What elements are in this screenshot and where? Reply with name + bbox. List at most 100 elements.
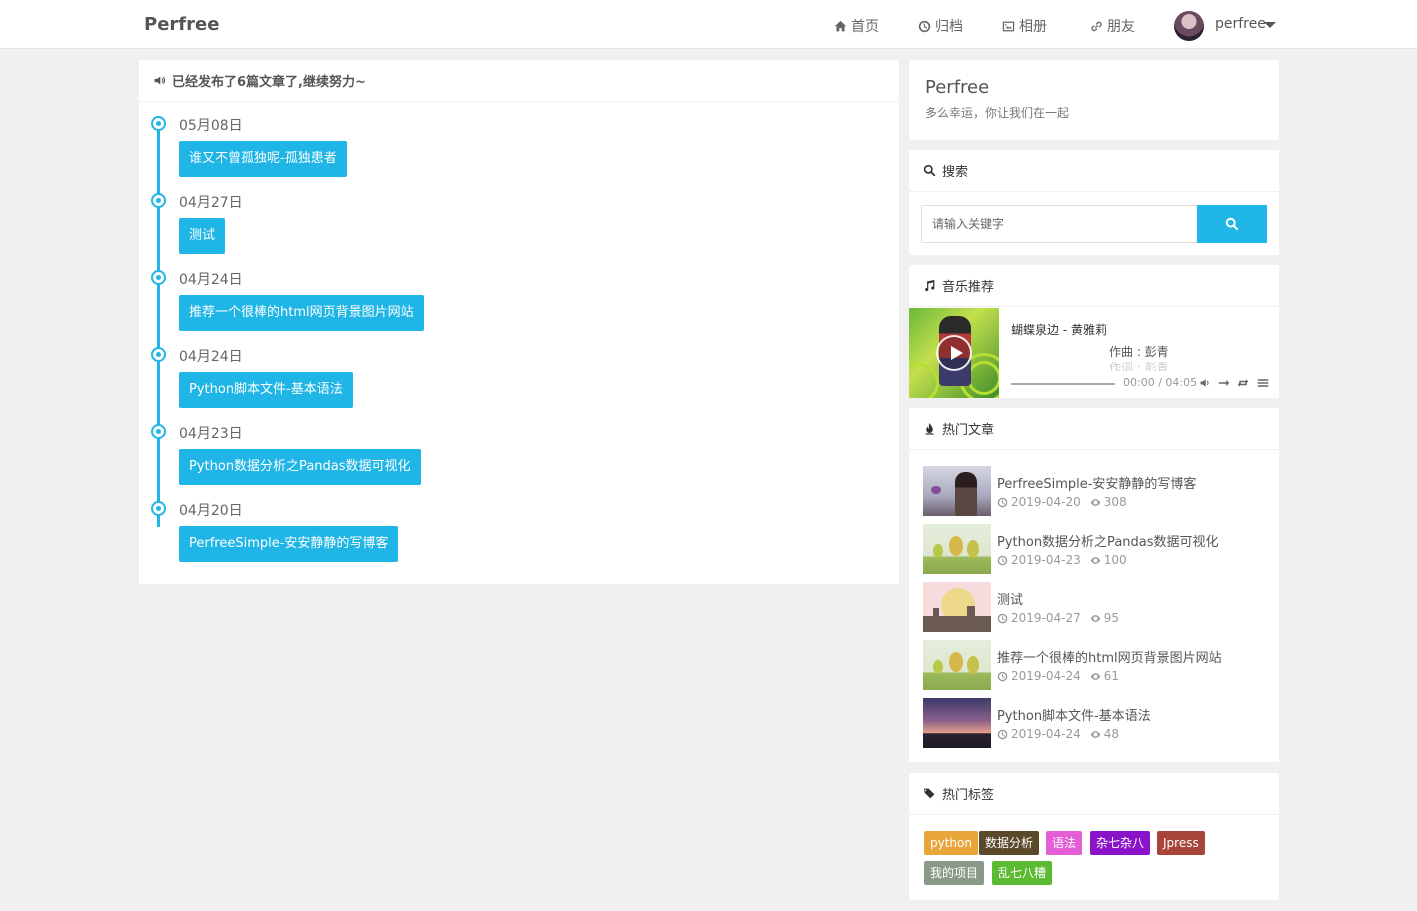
hot-article-title[interactable]: Python脚本文件-基本语法 xyxy=(997,705,1151,724)
user-avatar[interactable] xyxy=(1174,11,1204,41)
hot-article-meta: 2019-04-24 61 xyxy=(997,669,1119,683)
music-icon xyxy=(925,279,935,292)
search-card-title: 搜索 xyxy=(942,165,969,180)
hot-tags-card: 热门标签 python 数据分析 语法 杂七杂八 Jpress 我的项目 乱七八… xyxy=(909,773,1279,900)
timeline-dot-icon xyxy=(151,424,166,439)
hot-article-item[interactable]: 推荐一个很棒的html网页背景图片网站 2019-04-24 61 xyxy=(923,640,1263,690)
timeline-entry: 04月27日 测试 xyxy=(139,179,899,256)
timeline-dot-icon xyxy=(151,116,166,131)
article-thumbnail[interactable] xyxy=(923,524,991,574)
nav-archive[interactable]: 归档 xyxy=(918,16,963,36)
nav-home[interactable]: 首页 xyxy=(834,16,879,36)
hot-article-item[interactable]: PerfreeSimple-安安静静的写博客 2019-04-20 308 xyxy=(923,466,1263,516)
progress-bar[interactable] xyxy=(1011,383,1115,385)
hot-article-views: 100 xyxy=(1103,553,1127,567)
timeline-post-link[interactable]: Python数据分析之Pandas数据可视化 xyxy=(179,449,421,485)
search-card-header: 搜索 xyxy=(909,150,1279,192)
clock-icon xyxy=(997,671,1008,681)
clock-icon xyxy=(997,613,1008,623)
hot-article-item[interactable]: 测试 2019-04-27 95 xyxy=(923,582,1263,632)
timeline-dot-icon xyxy=(151,270,166,285)
hot-article-date: 2019-04-24 xyxy=(1011,727,1081,741)
search-input[interactable] xyxy=(921,205,1197,243)
eye-icon xyxy=(1090,672,1101,680)
search-icon xyxy=(923,164,936,177)
hot-article-item[interactable]: Python脚本文件-基本语法 2019-04-24 48 xyxy=(923,698,1263,748)
clock-icon xyxy=(997,497,1008,507)
link-icon xyxy=(1091,21,1102,31)
hot-article-views: 61 xyxy=(1103,669,1120,683)
clock-icon xyxy=(997,555,1008,565)
search-button[interactable] xyxy=(1197,205,1267,243)
play-icon[interactable] xyxy=(936,335,972,371)
timeline-post-link[interactable]: PerfreeSimple-安安静静的写博客 xyxy=(179,526,399,562)
hot-article-title[interactable]: PerfreeSimple-安安静静的写博客 xyxy=(997,473,1196,492)
timeline-post-link[interactable]: 推荐一个很棒的html网页背景图片网站 xyxy=(179,295,424,331)
notice-text: 已经发布了6篇文章了,继续努力~ xyxy=(172,75,366,90)
play-time: 00:00 / 04:05 xyxy=(1123,376,1198,389)
article-thumbnail[interactable] xyxy=(923,466,991,516)
hot-article-date: 2019-04-27 xyxy=(1011,611,1081,625)
tag-misc[interactable]: 杂七杂八 xyxy=(1090,831,1151,855)
tag-jpress[interactable]: Jpress xyxy=(1157,831,1205,855)
album-cover[interactable] xyxy=(909,308,999,398)
tags-icon xyxy=(923,788,935,799)
about-title: Perfree xyxy=(925,77,990,98)
nav-album[interactable]: 相册 xyxy=(1002,16,1047,36)
hot-article-title[interactable]: Python数据分析之Pandas数据可视化 xyxy=(997,531,1219,550)
timeline-entry: 04月24日 推荐一个很棒的html网页背景图片网站 xyxy=(139,256,899,333)
site-brand[interactable]: Perfree xyxy=(144,14,219,35)
article-thumbnail[interactable] xyxy=(923,582,991,632)
tag-python[interactable]: python xyxy=(924,831,978,855)
search-card: 搜索 xyxy=(909,150,1279,255)
tag-data-analysis[interactable]: 数据分析 xyxy=(979,831,1040,855)
hot-article-item[interactable]: Python数据分析之Pandas数据可视化 2019-04-23 100 xyxy=(923,524,1263,574)
nav-home-label: 首页 xyxy=(851,19,879,35)
tag-my-projects[interactable]: 我的项目 xyxy=(924,861,985,885)
timeline-post-link[interactable]: 测试 xyxy=(179,218,226,254)
timeline-post-link[interactable]: 谁又不曾孤独呢-孤独患者 xyxy=(179,141,347,177)
hot-article-meta: 2019-04-24 48 xyxy=(997,727,1119,741)
eye-icon xyxy=(1090,614,1101,622)
loop-icon[interactable] xyxy=(1237,377,1249,389)
hot-article-title[interactable]: 测试 xyxy=(997,589,1023,608)
timeline-dot-icon xyxy=(151,347,166,362)
user-name[interactable]: perfree xyxy=(1215,16,1266,32)
hot-article-title[interactable]: 推荐一个很棒的html网页背景图片网站 xyxy=(997,647,1222,666)
lyric-next: 作词 : 彭青 xyxy=(1109,361,1169,371)
volume-icon[interactable] xyxy=(1199,377,1211,389)
hot-article-meta: 2019-04-23 100 xyxy=(997,553,1127,567)
hot-article-views: 48 xyxy=(1103,727,1120,741)
hot-article-views: 95 xyxy=(1103,611,1120,625)
article-thumbnail[interactable] xyxy=(923,640,991,690)
nav-friends[interactable]: 朋友 xyxy=(1090,16,1135,36)
search-icon xyxy=(1225,217,1239,231)
volume-icon xyxy=(154,76,166,85)
clock-icon xyxy=(997,729,1008,739)
order-icon[interactable] xyxy=(1218,377,1230,389)
tag-syntax[interactable]: 语法 xyxy=(1046,831,1083,855)
tags-card-header: 热门标签 xyxy=(909,773,1279,815)
eye-icon xyxy=(1090,498,1101,506)
timeline-entry: 04月20日 PerfreeSimple-安安静静的写博客 xyxy=(139,487,899,564)
tag-mess[interactable]: 乱七八糟 xyxy=(992,861,1053,885)
playlist-icon[interactable] xyxy=(1257,377,1269,389)
article-thumbnail[interactable] xyxy=(923,698,991,748)
about-subtitle: 多么幸运，你让我们在一起 xyxy=(925,106,1070,120)
timeline-date: 04月20日 xyxy=(179,503,243,519)
song-title: 蝴蝶泉边 - 黄雅莉 xyxy=(1011,323,1107,337)
about-card: Perfree 多么幸运，你让我们在一起 xyxy=(909,60,1279,140)
top-navbar: Perfree 首页 归档 相册 朋友 perfree xyxy=(0,0,1417,49)
chevron-down-icon[interactable] xyxy=(1264,22,1276,28)
clock-icon xyxy=(918,20,931,32)
hot-article-date: 2019-04-23 xyxy=(1011,553,1081,567)
timeline-post-link[interactable]: Python脚本文件-基本语法 xyxy=(179,372,353,408)
hot-article-meta: 2019-04-27 95 xyxy=(997,611,1119,625)
fire-icon xyxy=(925,422,934,435)
hot-article-views: 308 xyxy=(1103,495,1127,509)
image-icon xyxy=(1002,21,1015,31)
hot-article-date: 2019-04-24 xyxy=(1011,669,1081,683)
hot-article-meta: 2019-04-20 308 xyxy=(997,495,1127,509)
timeline-entry: 05月08日 谁又不曾孤独呢-孤独患者 xyxy=(139,102,899,179)
nav-album-label: 相册 xyxy=(1019,19,1047,35)
